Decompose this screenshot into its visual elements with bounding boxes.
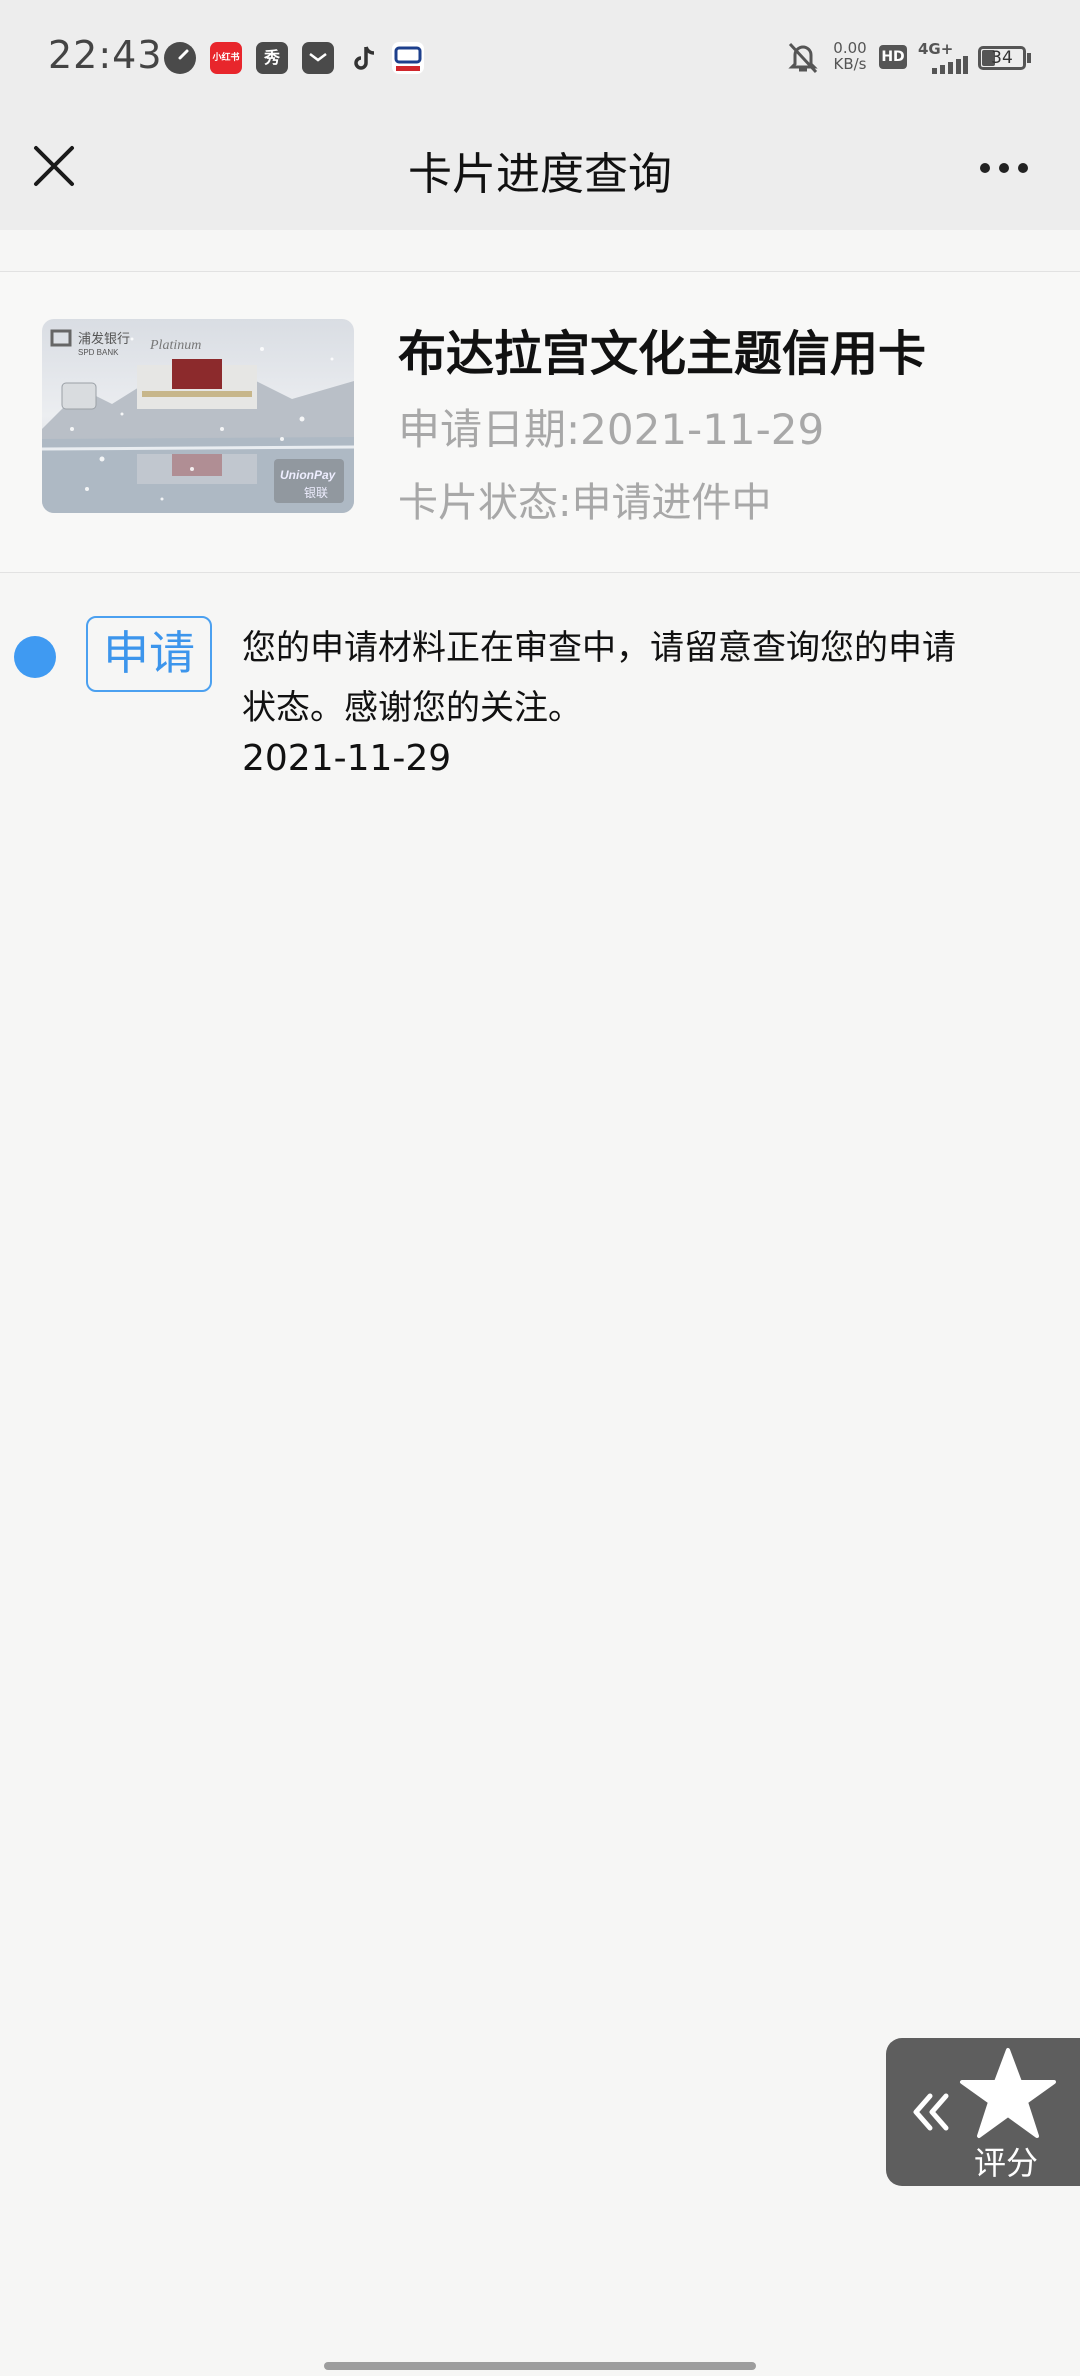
- screen: 22:43 小红书 秀 0.00 KB/s HD 4G+ 34 卡片进度查询 浦…: [0, 0, 1080, 2376]
- xiu-icon: 秀: [256, 42, 288, 74]
- rating-label: 评分: [974, 2144, 1039, 2182]
- timeline-dot: [14, 636, 56, 678]
- card-bank-name: 浦发银行: [78, 331, 130, 346]
- mail-icon: [302, 42, 334, 74]
- more-icon: [980, 163, 990, 173]
- speedometer-icon: [164, 42, 196, 74]
- battery-icon: 34: [978, 46, 1026, 70]
- net-speed: 0.00 KB/s: [830, 40, 870, 72]
- card-network-cn: 银联: [304, 486, 328, 500]
- xiaohongshu-icon: 小红书: [210, 42, 242, 74]
- battery-cap: [1027, 53, 1031, 63]
- page-title: 卡片进度查询: [408, 149, 672, 200]
- app-header: 卡片进度查询: [0, 118, 1080, 230]
- divider: [0, 572, 1080, 573]
- card-network: UnionPay: [280, 468, 337, 482]
- timeline-date: 2021-11-29: [242, 738, 452, 779]
- card-image: 浦发银行 SPD BANK Platinum UnionPay 银联: [42, 319, 354, 513]
- more-icon-dot: [1018, 163, 1028, 173]
- mute-bell-icon: [786, 40, 820, 76]
- star-icon: [960, 2048, 1056, 2138]
- more-button[interactable]: [972, 148, 1036, 188]
- home-indicator[interactable]: [324, 2362, 756, 2370]
- net-speed-value: 0.00: [833, 39, 867, 57]
- card-bank-en: SPD BANK: [78, 348, 119, 357]
- card-tier: Platinum: [149, 338, 201, 353]
- double-chevron-left-icon: [913, 2093, 949, 2131]
- card-status: 卡片状态:申请进件中: [398, 480, 772, 526]
- timeline-text: 您的申请材料正在审查中，请留意查询您的申请状态。感谢您的关注。: [242, 628, 956, 728]
- card-name: 布达拉宫文化主题信用卡: [398, 326, 927, 382]
- status-time: 22:43: [48, 33, 163, 77]
- status-bar: 22:43 小红书 秀 0.00 KB/s HD 4G+ 34: [0, 0, 1080, 118]
- battery-level: 34: [991, 48, 1013, 68]
- hd-badge: HD: [879, 45, 907, 69]
- apply-date: 申请日期:2021-11-29: [398, 405, 825, 454]
- spdb-icon: [392, 42, 424, 74]
- signal-icon: [932, 56, 968, 74]
- tiktok-icon: [348, 42, 380, 74]
- net-speed-unit: KB/s: [833, 55, 867, 73]
- card-picture: 浦发银行 SPD BANK Platinum UnionPay 银联: [42, 319, 354, 513]
- card-info: 浦发银行 SPD BANK Platinum UnionPay 银联 布达拉宫文…: [0, 272, 1080, 572]
- timeline-tag: 申请: [86, 616, 212, 692]
- more-icon-dot: [999, 163, 1009, 173]
- rating-button[interactable]: 评分: [886, 2038, 1080, 2186]
